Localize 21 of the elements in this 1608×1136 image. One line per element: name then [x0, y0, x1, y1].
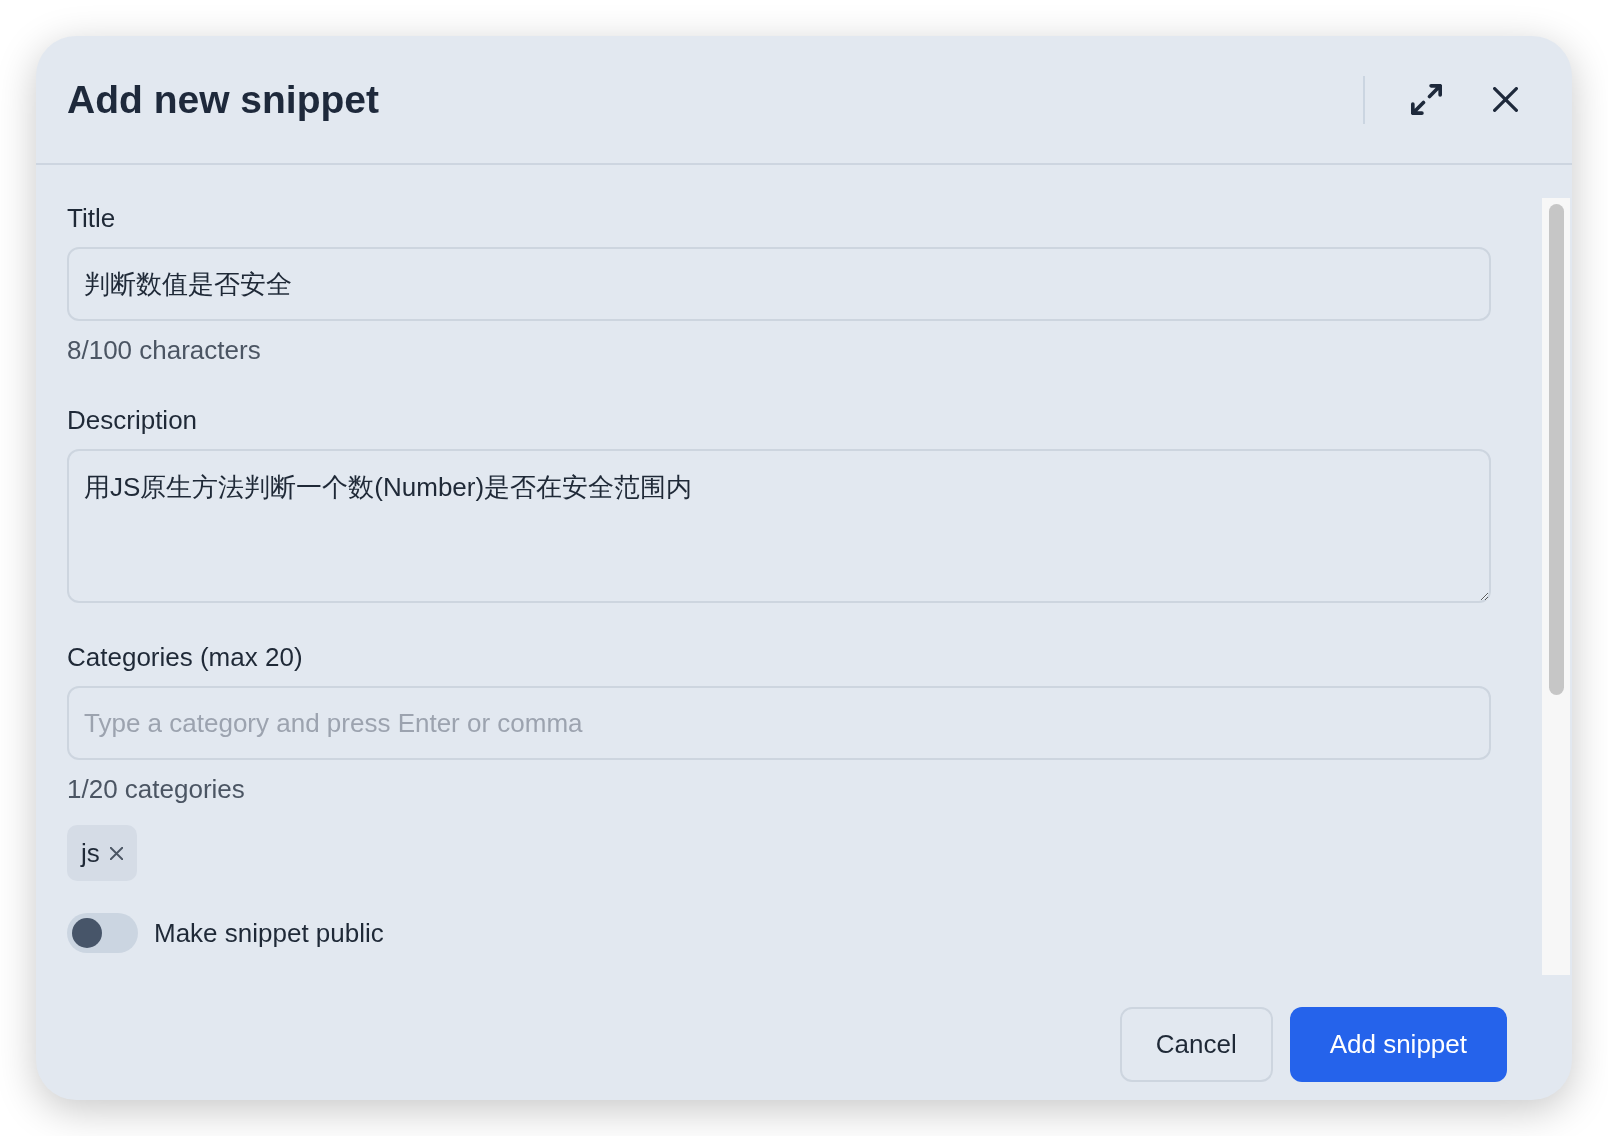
- helper-text: 1/20 categories: [67, 773, 246, 805]
- submit-button[interactable]: Add snippet: [1289, 1007, 1507, 1082]
- field-label: Categories (max 20): [67, 641, 304, 673]
- toggle-label: Make snippet public: [154, 917, 384, 949]
- close-icon: [1493, 87, 1518, 112]
- chip-label: js: [81, 837, 100, 869]
- field-label: Description: [67, 404, 199, 436]
- input-field[interactable]: Type a category and press Enter or comma: [67, 686, 1491, 760]
- toggle-switch[interactable]: [67, 913, 138, 953]
- close-button[interactable]: [1493, 87, 1518, 112]
- cancel-button[interactable]: Cancel: [1119, 1007, 1273, 1082]
- field-label: Title: [67, 202, 117, 234]
- scrollbar[interactable]: [1542, 198, 1570, 975]
- textarea-field[interactable]: 用JS原生方法判断一个数(Number)是否在安全范围内: [67, 449, 1491, 603]
- helper-text: 8/100 characters: [67, 334, 262, 366]
- close-icon[interactable]: [109, 846, 123, 860]
- dialog-title: Add new snippet: [67, 76, 379, 123]
- expand-icon: [1411, 84, 1442, 115]
- scrollbar-thumb[interactable]: [1548, 204, 1564, 695]
- fullscreen-button[interactable]: [1411, 84, 1442, 115]
- input-field[interactable]: 判断数值是否安全: [67, 247, 1491, 321]
